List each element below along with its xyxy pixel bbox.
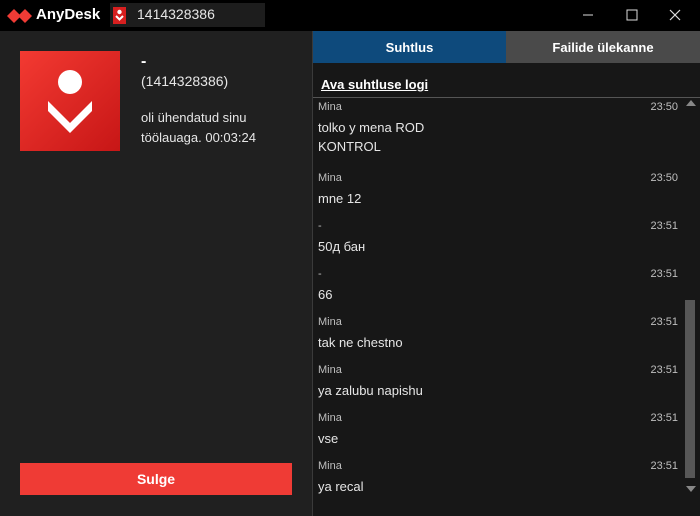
chat-scrollbar[interactable] xyxy=(681,98,700,516)
message-text: ya recal xyxy=(318,479,364,494)
close-icon[interactable] xyxy=(664,4,686,26)
message-text: mne 12 xyxy=(318,191,362,206)
scroll-down-icon[interactable] xyxy=(686,486,696,492)
address-field[interactable]: 1414328386 xyxy=(110,3,265,27)
minimize-icon[interactable] xyxy=(577,4,599,26)
anydesk-id-icon xyxy=(113,7,126,24)
peer-name: - xyxy=(141,53,147,70)
tab-chat[interactable]: Suhtlus xyxy=(313,31,506,63)
message-time: 23:50 xyxy=(650,172,678,184)
message-time: 23:50 xyxy=(650,101,678,113)
title-bar: AnyDesk 1414328386 xyxy=(0,0,700,31)
message-text: vse xyxy=(318,431,339,446)
message-time: 23:51 xyxy=(650,316,678,328)
message-time: 23:51 xyxy=(650,268,678,280)
connection-status: oli ühendatud sinu töölauaga. 00:03:24 xyxy=(141,110,256,145)
message-time: 23:51 xyxy=(650,364,678,376)
message-sender: - xyxy=(318,268,322,280)
message-text: tolko y mena ROD KONTROL xyxy=(318,120,425,154)
session-panel: - (1414328386) oli ühendatud sinu töölau… xyxy=(0,31,312,516)
message-time: 23:51 xyxy=(650,460,678,472)
message-sender: Mina xyxy=(318,316,342,328)
message-time: 23:51 xyxy=(650,412,678,424)
avatar xyxy=(20,51,120,151)
chat-panel: Suhtlus Failide ülekanne Ava suhtluse lo… xyxy=(313,31,700,516)
message-sender: Mina xyxy=(318,460,342,472)
tab-file-transfer[interactable]: Failide ülekanne xyxy=(506,31,700,63)
anydesk-logo-icon xyxy=(7,9,32,23)
scroll-up-icon[interactable] xyxy=(686,100,696,106)
message-sender: Mina xyxy=(318,101,342,113)
anydesk-avatar-icon xyxy=(48,70,92,133)
message-text: 66 xyxy=(318,287,333,302)
message-sender: Mina xyxy=(318,172,342,184)
open-chat-log-link[interactable]: Ava suhtluse logi xyxy=(321,77,428,92)
address-text: 1414328386 xyxy=(137,6,215,22)
message-time: 23:51 xyxy=(650,220,678,232)
message-text: ya zalubu napishu xyxy=(318,383,423,398)
message-text: 50д бан xyxy=(318,239,366,254)
maximize-icon[interactable] xyxy=(621,4,643,26)
message-sender: Mina xyxy=(318,412,342,424)
message-sender: - xyxy=(318,220,322,232)
close-session-button[interactable]: Sulge xyxy=(20,463,292,495)
peer-id: (1414328386) xyxy=(141,73,229,89)
app-title: AnyDesk xyxy=(36,6,101,23)
message-sender: Mina xyxy=(318,364,342,376)
message-text: tak ne chestno xyxy=(318,335,403,350)
chat-message-list: Mina 23:50 tolko y mena ROD KONTROL Mina… xyxy=(313,98,681,516)
scrollbar-thumb[interactable] xyxy=(685,300,695,478)
